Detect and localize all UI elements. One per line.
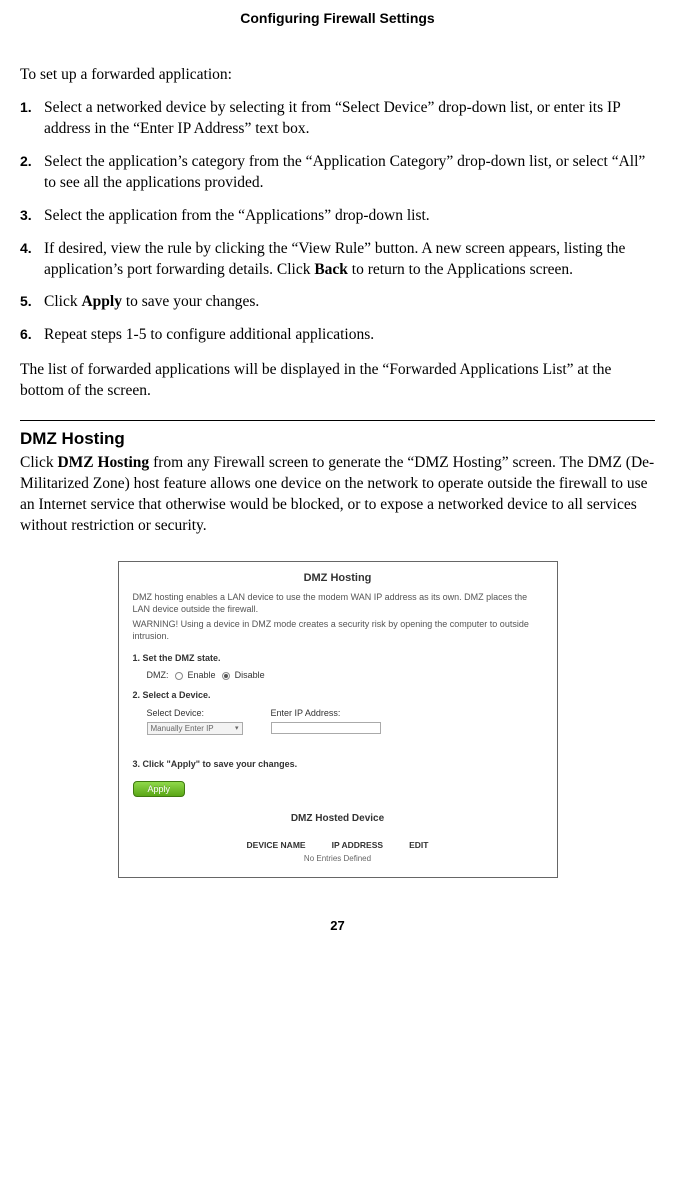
dmz-label: DMZ:	[147, 670, 169, 680]
enter-ip-col: Enter IP Address:	[271, 708, 381, 735]
enable-label: Enable	[188, 670, 216, 680]
step-3: Select the application from the “Applica…	[20, 206, 655, 227]
setup-steps: Select a networked device by selecting i…	[20, 98, 655, 346]
step-6: Repeat steps 1-5 to configure additional…	[20, 325, 655, 346]
step-2: Select the application’s category from t…	[20, 152, 655, 194]
panel-step1-label: 1. Set the DMZ state.	[133, 653, 543, 665]
forwarded-apps-note: The list of forwarded applications will …	[20, 360, 655, 402]
step-4: If desired, view the rule by clicking th…	[20, 239, 655, 281]
dmz-heading: DMZ Hosting	[20, 429, 655, 449]
panel-desc: DMZ hosting enables a LAN device to use …	[133, 592, 543, 615]
select-device-dropdown[interactable]: Manually Enter IP ▾	[147, 722, 243, 735]
dmz-state-row: DMZ: Enable Disable	[147, 670, 543, 680]
panel-step3-label: 3. Click "Apply" to save your changes.	[133, 759, 543, 771]
disable-radio[interactable]	[222, 672, 230, 680]
page-number: 27	[20, 918, 655, 933]
panel-step2-label: 2. Select a Device.	[133, 690, 543, 702]
dmz-desc-a: Click	[20, 454, 57, 471]
intro-text: To set up a forwarded application:	[20, 66, 655, 84]
col-edit: EDIT	[409, 840, 428, 850]
enable-radio[interactable]	[175, 672, 183, 680]
select-device-col: Select Device: Manually Enter IP ▾	[147, 708, 243, 735]
enter-ip-label: Enter IP Address:	[271, 708, 381, 718]
hosted-device-title: DMZ Hosted Device	[133, 813, 543, 824]
step-2-text: Select the application’s category from t…	[44, 153, 645, 191]
col-device-name: DEVICE NAME	[247, 840, 306, 850]
step-5: Click Apply to save your changes.	[20, 292, 655, 313]
dmz-description: Click DMZ Hosting from any Firewall scre…	[20, 453, 655, 537]
step-5-text-a: Click	[44, 293, 81, 310]
dmz-desc-bold: DMZ Hosting	[57, 454, 149, 471]
page-header-title: Configuring Firewall Settings	[20, 10, 655, 26]
step-1-text: Select a networked device by selecting i…	[44, 99, 620, 137]
dmz-panel: DMZ Hosting DMZ hosting enables a LAN de…	[118, 561, 558, 878]
dmz-screenshot: DMZ Hosting DMZ hosting enables a LAN de…	[118, 561, 558, 878]
step-4-back-bold: Back	[314, 261, 348, 278]
ip-address-input[interactable]	[271, 722, 381, 734]
step-6-text: Repeat steps 1-5 to configure additional…	[44, 326, 374, 343]
device-select-row: Select Device: Manually Enter IP ▾ Enter…	[147, 708, 543, 735]
section-divider	[20, 420, 655, 421]
panel-warning: WARNING! Using a device in DMZ mode crea…	[133, 619, 543, 642]
disable-label: Disable	[235, 670, 265, 680]
step-1: Select a networked device by selecting i…	[20, 98, 655, 140]
step-5-text-b: to save your changes.	[122, 293, 259, 310]
hosted-table-header: DEVICE NAME IP ADDRESS EDIT	[133, 840, 543, 850]
select-device-value: Manually Enter IP	[151, 724, 214, 733]
step-4-text-b: to return to the Applications screen.	[348, 261, 573, 278]
panel-title: DMZ Hosting	[133, 572, 543, 584]
col-ip-address: IP ADDRESS	[332, 840, 384, 850]
no-entries-text: No Entries Defined	[133, 854, 543, 863]
chevron-down-icon: ▾	[235, 724, 239, 732]
apply-button[interactable]: Apply	[133, 781, 186, 797]
select-device-label: Select Device:	[147, 708, 243, 718]
step-3-text: Select the application from the “Applica…	[44, 207, 430, 224]
step-5-apply-bold: Apply	[81, 293, 122, 310]
